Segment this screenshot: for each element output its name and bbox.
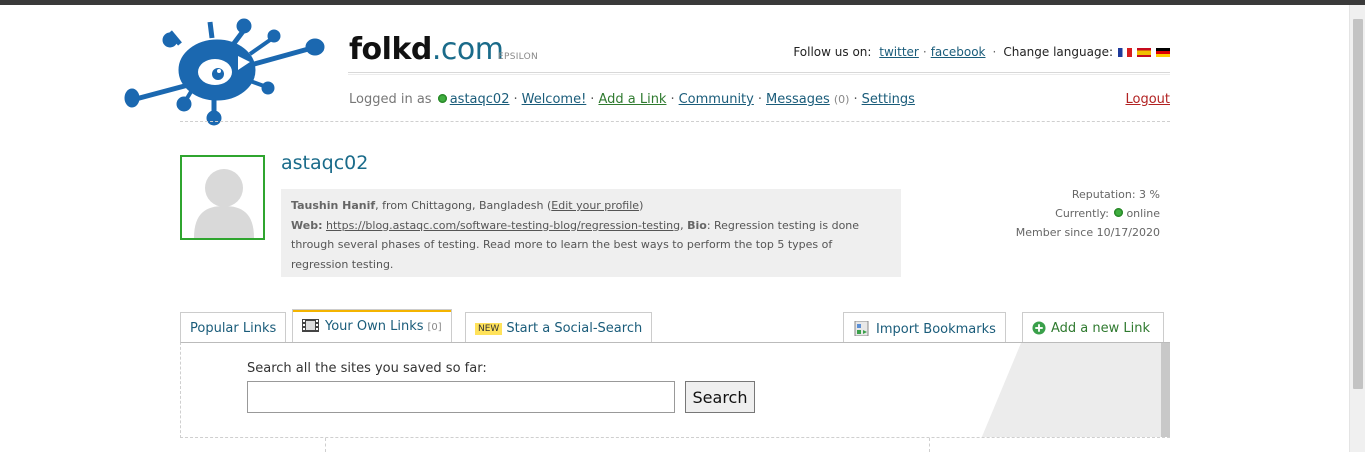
profile-name: Taushin Hanif — [291, 199, 376, 212]
add-new-link-button[interactable]: Add a new Link — [1022, 312, 1165, 343]
separator: · — [513, 92, 518, 107]
currently-status: Currently: online — [1016, 204, 1160, 223]
film-icon — [302, 319, 319, 332]
nav-add-link[interactable]: Add a Link — [598, 92, 666, 107]
separator: · — [992, 45, 997, 59]
logout-link[interactable]: Logout — [1125, 92, 1170, 107]
spanish-flag-icon[interactable] — [1137, 48, 1151, 57]
panel-decoration — [981, 343, 1170, 437]
tab-own-count: [0] — [427, 322, 442, 333]
nav-community-link[interactable]: Community — [679, 92, 754, 107]
online-status-icon — [437, 94, 447, 103]
nav-messages-link[interactable]: Messages — [766, 92, 830, 107]
browser-top-bar — [0, 0, 1365, 5]
brand-edition: EPSILON — [498, 52, 539, 62]
search-label: Search all the sites you saved so far: — [247, 361, 487, 376]
user-nav-bar: Logged in as astaqc02 · Welcome! · Add a Lin… — [349, 92, 915, 107]
currently-label: Currently: — [1055, 207, 1109, 220]
change-language-label: Change language: — [1003, 45, 1113, 59]
brand-tld: .com — [431, 32, 504, 67]
messages-count: (0) — [833, 93, 850, 106]
profile-bio-box: Taushin Hanif, from Chittagong, Banglade… — [281, 189, 901, 277]
currently-value: online — [1126, 207, 1160, 220]
profile-username: astaqc02 — [281, 152, 369, 174]
import-bookmarks-button[interactable]: Import Bookmarks — [843, 312, 1006, 343]
separator: · — [670, 92, 675, 107]
bio-label: Bio — [687, 218, 707, 232]
online-status-icon — [1114, 208, 1124, 217]
default-user-icon — [194, 169, 254, 238]
brand-main: folkd — [349, 32, 432, 67]
separator: · — [853, 92, 858, 107]
follow-label: Follow us on: — [793, 45, 872, 59]
tab-your-own-links[interactable]: Your Own Links [0] — [292, 309, 452, 343]
facebook-link[interactable]: facebook — [931, 45, 986, 59]
add-new-link-label: Add a new Link — [1051, 321, 1151, 336]
member-since: Member since 10/17/2020 — [1015, 226, 1160, 239]
tab-popular-links[interactable]: Popular Links — [180, 312, 287, 343]
profile-stats: Reputation: 3 % Currently: online Member… — [1016, 185, 1160, 242]
avatar[interactable] — [180, 155, 265, 240]
nav-welcome-link[interactable]: Welcome! — [522, 92, 587, 107]
brand-name[interactable]: folkd.com — [349, 32, 504, 67]
add-plus-icon — [1032, 321, 1046, 335]
french-flag-icon[interactable] — [1118, 48, 1132, 57]
header-divider — [348, 74, 1170, 75]
nav-divider — [180, 121, 1170, 122]
tab-social-label: Start a Social-Search — [506, 321, 643, 336]
import-bookmarks-icon — [854, 321, 869, 336]
edit-profile-link[interactable]: Edit your profile — [551, 199, 639, 212]
separator: · — [757, 92, 762, 107]
separator: · — [590, 92, 595, 107]
import-bookmarks-label: Import Bookmarks — [876, 322, 996, 337]
twitter-link[interactable]: twitter — [879, 45, 919, 59]
panel-right-edge — [1161, 343, 1170, 437]
separator: · — [922, 45, 927, 59]
tab-popular-label: Popular Links — [190, 321, 277, 336]
web-label: Web — [291, 218, 319, 232]
follow-and-language: Follow us on: twitter · facebook · Change la… — [793, 45, 1170, 59]
folkd-virus-logo[interactable] — [122, 18, 332, 128]
header-divider — [348, 72, 1170, 73]
saved-links-search-input[interactable] — [247, 381, 675, 413]
tab-own-label: Your Own Links — [325, 319, 424, 334]
scrollbar-thumb[interactable] — [1353, 19, 1363, 389]
logged-in-label: Logged in as — [349, 92, 432, 107]
search-button[interactable]: Search — [685, 381, 755, 413]
search-panel: Search all the sites you saved so far: S… — [180, 342, 1170, 438]
german-flag-icon[interactable] — [1156, 48, 1170, 57]
paren-close: ) — [639, 199, 644, 212]
new-badge: NEW — [475, 323, 503, 335]
profile-location: , from Chittagong, Bangladesh ( — [375, 199, 552, 212]
colon: : — [318, 218, 323, 232]
reputation: Reputation: 3 % — [1071, 188, 1160, 201]
nav-username-link[interactable]: astaqc02 — [450, 92, 510, 107]
nav-settings-link[interactable]: Settings — [862, 92, 915, 107]
page-scrollbar[interactable] — [1349, 5, 1365, 452]
profile-website-link[interactable]: https://blog.astaqc.com/software-testing… — [326, 219, 680, 232]
column-divider — [929, 438, 930, 452]
column-divider — [325, 438, 326, 452]
tab-social-search[interactable]: NEW Start a Social-Search — [465, 312, 653, 343]
